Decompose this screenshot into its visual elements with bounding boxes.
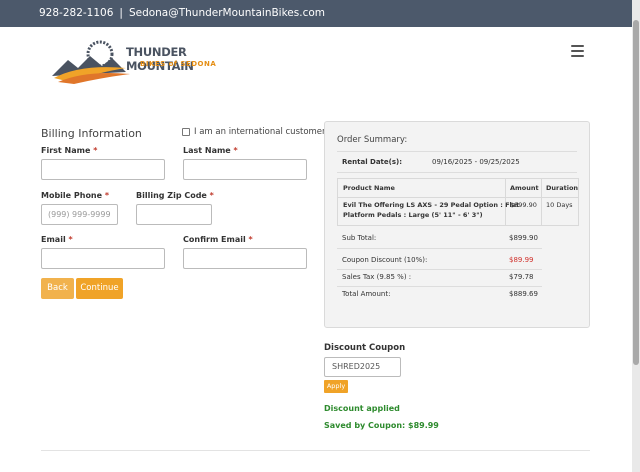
discount-coupon-title: Discount Coupon: [324, 343, 406, 353]
mobile-phone-label: Mobile Phone *: [41, 191, 110, 200]
apply-coupon-button[interactable]: Apply: [324, 380, 348, 393]
order-summary-panel: Order Summary: Rental Date(s): 09/16/202…: [324, 121, 590, 328]
last-name-input[interactable]: [183, 159, 307, 180]
divider: [337, 151, 577, 152]
subtotal-label: Sub Total:: [342, 234, 377, 242]
divider: [337, 172, 577, 173]
rental-dates-label: Rental Date(s):: [342, 158, 403, 166]
menu-bar: [571, 50, 584, 52]
back-button[interactable]: Back: [41, 278, 74, 299]
coupon-discount-label: Coupon Discount (10%):: [342, 256, 428, 264]
mobile-phone-input[interactable]: (999) 999-9999: [41, 204, 118, 225]
total-amount-value: $889.69: [509, 290, 538, 298]
product-table: Product Name Amount Duration Evil The Of…: [337, 178, 579, 226]
email-input[interactable]: [41, 248, 165, 269]
total-amount-label: Total Amount:: [342, 290, 391, 298]
zip-code-label: Billing Zip Code *: [136, 191, 214, 200]
contact-bar: 928-282-1106 | Sedona@ThunderMountainBikes…: [0, 0, 632, 27]
column-header-amount: Amount: [510, 184, 539, 192]
table-divider: [338, 197, 578, 198]
rental-dates-value: 09/16/2025 - 09/25/2025: [432, 158, 520, 166]
divider: [337, 248, 542, 249]
site-logo[interactable]: THUNDER MOUNTAIN BIKES of SEDONA: [50, 38, 235, 84]
column-header-product: Product Name: [343, 184, 395, 192]
discount-applied-message: Discount applied: [324, 404, 400, 413]
logo-sub-text: BIKES of SEDONA: [140, 60, 217, 68]
international-checkbox[interactable]: I am an international customer: [182, 127, 326, 137]
phone-link[interactable]: 928-282-1106: [39, 7, 113, 19]
order-summary-title: Order Summary:: [337, 135, 408, 145]
sales-tax-label: Sales Tax (9.85 %) :: [342, 273, 412, 281]
table-divider: [541, 179, 542, 225]
confirm-email-input[interactable]: [183, 248, 307, 269]
last-name-label: Last Name *: [183, 146, 238, 155]
divider: [337, 269, 542, 270]
first-name-label: First Name *: [41, 146, 98, 155]
product-duration: 10 Days: [546, 201, 573, 209]
menu-bar: [571, 45, 584, 47]
checkbox-box[interactable]: [182, 128, 190, 136]
coupon-discount-value: $89.99: [509, 256, 534, 264]
footer-divider: [41, 450, 590, 451]
logo-brand-text: THUNDER MOUNTAIN: [126, 45, 194, 73]
menu-bar: [571, 55, 584, 57]
continue-button[interactable]: Continue: [76, 278, 123, 299]
menu-icon[interactable]: [571, 45, 584, 57]
confirm-email-label: Confirm Email *: [183, 235, 253, 244]
billing-title: Billing Information: [41, 127, 142, 140]
coupon-savings-message: Saved by Coupon: $89.99: [324, 421, 439, 430]
scrollbar-thumb[interactable]: [633, 20, 639, 365]
email-link[interactable]: Sedona@ThunderMountainBikes.com: [129, 7, 325, 19]
zip-code-input[interactable]: [136, 204, 212, 225]
divider: [337, 286, 542, 287]
column-header-duration: Duration: [546, 184, 579, 192]
subtotal-value: $899.90: [509, 234, 538, 242]
contact-separator: |: [119, 7, 123, 19]
product-name-line: Evil The Offering LS AXS - 29 Pedal Opti…: [343, 201, 520, 209]
international-label: I am an international customer: [194, 127, 326, 137]
coupon-input[interactable]: SHRED2025: [324, 357, 401, 377]
email-label: Email *: [41, 235, 73, 244]
page-scrollbar[interactable]: [632, 0, 640, 472]
product-name-line: Platform Pedals : Large (5' 11" - 6' 3"): [343, 211, 483, 219]
sales-tax-value: $79.78: [509, 273, 534, 281]
product-amount: $899.90: [510, 201, 537, 209]
first-name-input[interactable]: [41, 159, 165, 180]
